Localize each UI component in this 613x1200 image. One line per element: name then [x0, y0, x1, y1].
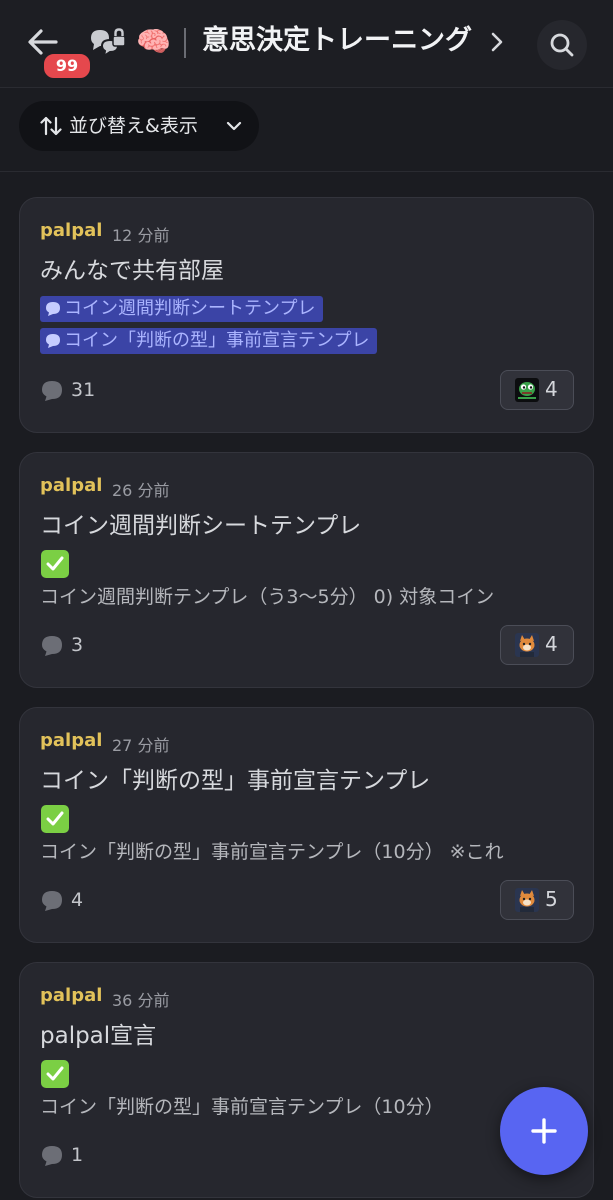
message-icon	[42, 636, 62, 656]
thread-mention-link[interactable]: コイン「判断の型」事前宣言テンプレ	[40, 328, 378, 354]
reaction-count: 4	[545, 377, 558, 401]
post-timestamp: 12 分前	[112, 226, 170, 245]
reply-count-value: 31	[71, 379, 96, 401]
post-timestamp: 27 分前	[112, 736, 170, 755]
post-title: みんなで共有部屋	[40, 258, 224, 284]
channel-header: 99 🧠 意思決定トレーニング	[0, 0, 613, 88]
reaction-chip[interactable]: 4	[500, 625, 574, 665]
post-preview: コイン「判断の型」事前宣言テンプレ（10分）	[40, 1096, 444, 1118]
mention-label: コイン週間判断シートテンプレ	[64, 298, 316, 319]
forum-lock-icon	[88, 24, 128, 64]
forum-post-card[interactable]: palpal 36 分前 palpal宣言 コイン「判断の型」事前宣言テンプレ（…	[19, 962, 594, 1198]
post-author: palpal	[40, 475, 103, 496]
post-preview: コイン週間判断テンプレ（う3〜5分） 0) 対象コイン	[40, 586, 495, 608]
reply-count-value: 4	[71, 889, 84, 911]
check-mark-emoji	[41, 550, 69, 578]
message-icon	[42, 1146, 62, 1166]
unread-badge: 99	[42, 52, 92, 80]
reaction-chip[interactable]: 4	[500, 370, 574, 410]
chevron-right-icon[interactable]	[490, 31, 504, 53]
new-post-button[interactable]	[500, 1087, 588, 1175]
channel-title[interactable]: 意思決定トレーニング	[202, 20, 472, 62]
forum-post-card[interactable]: palpal 26 分前 コイン週間判断シートテンプレ コイン週間判断テンプレ（…	[19, 452, 594, 688]
post-preview: コイン「判断の型」事前宣言テンプレ（10分） ※これ	[40, 841, 504, 863]
forum-post-card[interactable]: palpal 12 分前 みんなで共有部屋 コイン週間判断シートテンプレ コイン…	[19, 197, 594, 433]
cat-avatar	[515, 633, 539, 657]
chevron-down-icon	[226, 121, 242, 131]
post-title: コイン週間判断シートテンプレ	[40, 513, 362, 539]
cat-avatar	[515, 888, 539, 912]
brain-emoji: 🧠	[136, 25, 171, 58]
chat-bubble-icon	[46, 302, 60, 316]
forum-post-card[interactable]: palpal 27 分前 コイン「判断の型」事前宣言テンプレ コイン「判断の型」…	[19, 707, 594, 943]
post-timestamp: 36 分前	[112, 991, 170, 1010]
sort-arrows-icon	[40, 116, 62, 136]
chat-bubble-icon	[46, 334, 60, 348]
forum-toolbar: 並び替え&表示	[0, 88, 613, 172]
search-button[interactable]	[537, 20, 587, 70]
reply-count-value: 3	[71, 634, 84, 656]
check-mark-emoji	[41, 1060, 69, 1088]
reply-count-value: 1	[71, 1144, 84, 1166]
reaction-count: 5	[545, 887, 558, 911]
sort-button-label: 並び替え&表示	[69, 115, 198, 137]
title-separator	[184, 28, 186, 58]
pepe-avatar	[515, 378, 539, 402]
post-timestamp: 26 分前	[112, 481, 170, 500]
post-author: palpal	[40, 985, 103, 1006]
post-author: palpal	[40, 220, 103, 241]
message-icon	[42, 381, 62, 401]
post-title: palpal宣言	[40, 1023, 157, 1049]
search-icon	[550, 33, 574, 57]
plus-icon	[531, 1118, 557, 1144]
thread-mention-link[interactable]: コイン週間判断シートテンプレ	[40, 296, 324, 322]
post-author: palpal	[40, 730, 103, 751]
message-icon	[42, 891, 62, 911]
sort-and-view-button[interactable]: 並び替え&表示	[19, 101, 259, 151]
post-title: コイン「判断の型」事前宣言テンプレ	[40, 768, 431, 794]
mention-label: コイン「判断の型」事前宣言テンプレ	[64, 330, 370, 351]
check-mark-emoji	[41, 805, 69, 833]
reaction-chip[interactable]: 5	[500, 880, 574, 920]
reaction-count: 4	[545, 632, 558, 656]
